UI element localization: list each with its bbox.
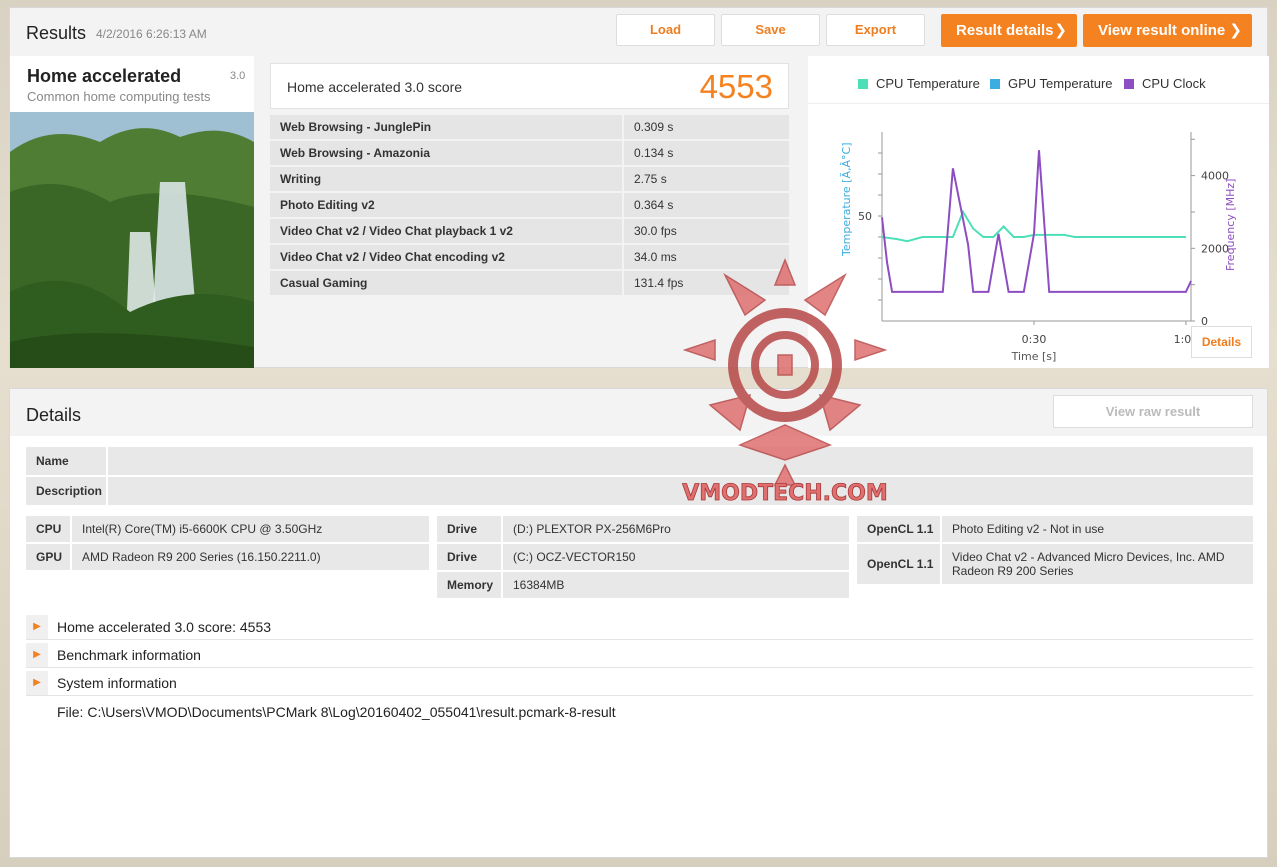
expander-label[interactable]: System information xyxy=(57,675,177,691)
y-axis-label-right: Frequency [MHz] xyxy=(1224,179,1237,271)
x-axis-label: Time [s] xyxy=(1011,350,1057,363)
table-row: Writing 2.75 s xyxy=(270,167,789,191)
subtest-value: 0.134 s xyxy=(624,141,789,165)
gpu-value: AMD Radeon R9 200 Series (16.150.2211.0) xyxy=(72,544,429,570)
description-label: Description xyxy=(26,477,106,505)
subtest-name: Video Chat v2 / Video Chat playback 1 v2 xyxy=(270,219,622,243)
opencl-value: Video Chat v2 - Advanced Micro Devices, … xyxy=(942,544,1253,584)
result-file-path: File: C:\Users\VMOD\Documents\PCMark 8\L… xyxy=(57,704,616,720)
chart-details-button[interactable]: Details xyxy=(1191,326,1252,358)
drive-value: (C:) OCZ-VECTOR150 xyxy=(503,544,849,570)
y-axis-label-left: Temperature [Ã‚Â°C] xyxy=(840,143,853,258)
score-value: 4553 xyxy=(699,68,773,105)
chevron-right-icon: ❯ xyxy=(1054,22,1067,39)
cpu-value: Intel(R) Core(TM) i5-6600K CPU @ 3.50GHz xyxy=(72,516,429,542)
benchmark-subtitle: Common home computing tests xyxy=(27,89,211,104)
subtest-name: Video Chat v2 / Video Chat encoding v2 xyxy=(270,245,622,269)
gpu-row: GPU AMD Radeon R9 200 Series (16.150.221… xyxy=(26,544,429,570)
load-button[interactable]: Load xyxy=(616,14,715,46)
opencl-row: OpenCL 1.1 Video Chat v2 - Advanced Micr… xyxy=(857,544,1253,584)
subtest-value: 30.0 fps xyxy=(624,219,789,243)
expander-benchmark-information[interactable]: ▶ Benchmark information xyxy=(26,642,1253,668)
subtest-value: 0.309 s xyxy=(624,115,789,139)
score-label: Home accelerated 3.0 score xyxy=(287,79,463,95)
watermark-text: VMODTECH.COM xyxy=(682,481,888,506)
view-raw-result-button[interactable]: View raw result xyxy=(1053,395,1253,428)
benchmark-card: Home accelerated 3.0 Common home computi… xyxy=(10,56,254,368)
subtest-name: Photo Editing v2 xyxy=(270,193,622,217)
results-date: 4/2/2016 6:26:13 AM xyxy=(96,27,207,41)
score-box: Home accelerated 3.0 score 4553 xyxy=(270,63,789,109)
cpu-row: CPU Intel(R) Core(TM) i5-6600K CPU @ 3.5… xyxy=(26,516,429,542)
y-left-tick-label: 50 xyxy=(858,210,872,223)
result-details-label: Result details xyxy=(956,22,1054,39)
benchmark-image xyxy=(10,112,254,368)
memory-value: 16384MB xyxy=(503,572,849,598)
drive-row: Drive (C:) OCZ-VECTOR150 xyxy=(437,544,849,570)
drive-value: (D:) PLEXTOR PX-256M6Pro xyxy=(503,516,849,542)
name-row: Name xyxy=(26,447,1253,475)
result-details-button[interactable]: Result details ❯ xyxy=(941,14,1077,47)
results-panel: Results 4/2/2016 6:26:13 AM Load Save Ex… xyxy=(9,7,1269,368)
subtest-name: Web Browsing - JunglePin xyxy=(270,115,622,139)
subtest-name: Writing xyxy=(270,167,622,191)
x-tick-label: 0:30 xyxy=(1022,333,1047,346)
table-row: Video Chat v2 / Video Chat playback 1 v2… xyxy=(270,219,789,243)
chart-lines xyxy=(881,150,1192,293)
view-online-label: View result online xyxy=(1098,22,1226,39)
triangle-right-icon[interactable]: ▶ xyxy=(26,671,48,695)
chart-grid xyxy=(878,132,1195,325)
gpu-label: GPU xyxy=(26,544,70,570)
table-row: Web Browsing - JunglePin 0.309 s xyxy=(270,115,789,139)
name-label: Name xyxy=(26,447,106,475)
y-right-tick-label: 4000 xyxy=(1201,170,1229,183)
subtest-name: Web Browsing - Amazonia xyxy=(270,141,622,165)
view-online-button[interactable]: View result online ❯ xyxy=(1083,14,1252,47)
subtest-name: Casual Gaming xyxy=(270,271,622,295)
table-row: Photo Editing v2 0.364 s xyxy=(270,193,789,217)
benchmark-version: 3.0 xyxy=(230,70,246,82)
save-button[interactable]: Save xyxy=(721,14,820,46)
chevron-right-icon: ❯ xyxy=(1229,22,1242,39)
subtest-value: 0.364 s xyxy=(624,193,789,217)
memory-row: Memory 16384MB xyxy=(437,572,849,598)
details-panel: Details View raw result Name Description… xyxy=(9,388,1268,858)
memory-label: Memory xyxy=(437,572,501,598)
table-row: Web Browsing - Amazonia 0.134 s xyxy=(270,141,789,165)
drive-label: Drive xyxy=(437,516,501,542)
waterfall-image xyxy=(10,112,254,368)
details-title: Details xyxy=(26,405,82,425)
benchmark-name: Home accelerated xyxy=(27,66,182,86)
opencl-label: OpenCL 1.1 xyxy=(857,544,940,584)
y-right-tick-label: 2000 xyxy=(1201,242,1229,255)
triangle-right-icon[interactable]: ▶ xyxy=(26,643,48,667)
results-title: Results xyxy=(26,23,87,43)
expander-system-information[interactable]: ▶ System information xyxy=(26,670,1253,696)
results-header: Results 4/2/2016 6:26:13 AM Load Save Ex… xyxy=(10,8,1267,56)
drive-label: Drive xyxy=(437,544,501,570)
triangle-right-icon[interactable]: ▶ xyxy=(26,615,48,639)
subtest-value: 2.75 s xyxy=(624,167,789,191)
details-header: Details View raw result xyxy=(10,389,1267,436)
expander-label[interactable]: Home accelerated 3.0 score: 4553 xyxy=(57,619,271,635)
opencl-row: OpenCL 1.1 Photo Editing v2 - Not in use xyxy=(857,516,1253,542)
opencl-label: OpenCL 1.1 xyxy=(857,516,940,542)
cpu-label: CPU xyxy=(26,516,70,542)
expander-label[interactable]: Benchmark information xyxy=(57,647,201,663)
description-row: Description xyxy=(26,477,1253,505)
opencl-value: Photo Editing v2 - Not in use xyxy=(942,516,1253,542)
series-line-cpu-clock xyxy=(881,150,1192,293)
watermark-logo: VMODTECH.COM xyxy=(682,257,888,506)
export-button[interactable]: Export xyxy=(826,14,925,46)
expander-score[interactable]: ▶ Home accelerated 3.0 score: 4553 xyxy=(26,614,1253,640)
drive-row: Drive (D:) PLEXTOR PX-256M6Pro xyxy=(437,516,849,542)
